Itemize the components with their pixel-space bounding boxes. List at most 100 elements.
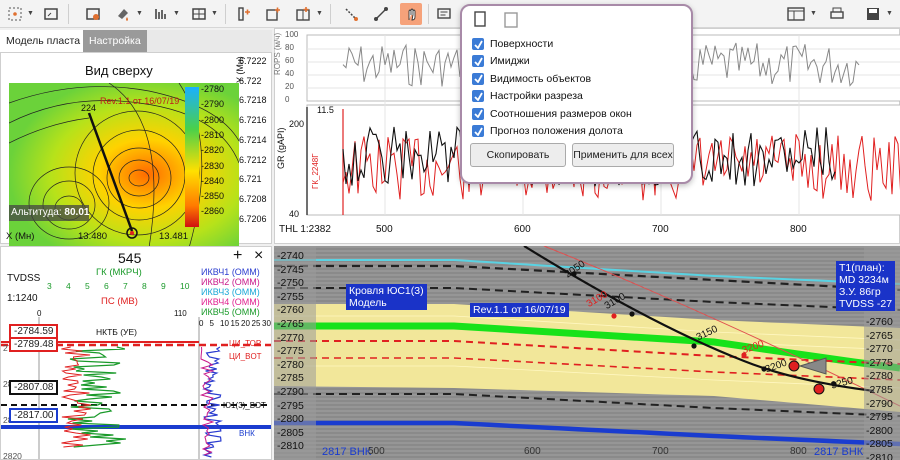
checkbox-row[interactable]: Соотношения размеров окон	[472, 106, 632, 122]
chevron-down-icon[interactable]: ▼	[316, 10, 323, 17]
map-y-tick: 6.7216	[239, 115, 267, 126]
polyline-tool-icon[interactable]	[370, 3, 392, 25]
toolbar-separator	[330, 4, 331, 24]
ikvch-legend-item: ИКВЧ2 (ОММ)	[201, 277, 260, 287]
tab-settings[interactable]: Настройка	[83, 30, 147, 52]
section-depth-tick: -2745	[277, 263, 304, 276]
log-scale-label: 1:1240	[7, 293, 38, 304]
gk-tick: 5	[85, 281, 90, 291]
zone-label: ЦИ_BOT	[229, 352, 262, 361]
colorbar	[185, 87, 199, 227]
marker-label[interactable]: -2807.08	[9, 380, 59, 395]
chevron-down-icon[interactable]: ▼	[810, 10, 817, 17]
checkbox[interactable]	[472, 107, 484, 120]
thl-scale-label: THL 1:2382	[279, 224, 331, 235]
close-icon[interactable]: ×	[254, 247, 263, 265]
paste-settings-icon[interactable]	[502, 10, 524, 30]
chart-x-tick: 800	[790, 224, 807, 235]
line-tool-icon[interactable]	[340, 3, 362, 25]
chart-x-tick: 700	[652, 224, 669, 235]
checkbox[interactable]	[472, 90, 484, 103]
map-y-tick: 6.7214	[239, 134, 267, 145]
chart-icon[interactable]	[150, 3, 172, 25]
chevron-down-icon[interactable]: ▼	[886, 10, 893, 17]
marker-label[interactable]: -2817.00	[9, 408, 59, 423]
gk-tick: 7	[123, 281, 128, 291]
add-panel-icon[interactable]	[292, 3, 314, 25]
ikvch-legend-item: ИКВЧ3 (ОММ)	[201, 287, 260, 297]
settings-icon[interactable]	[82, 3, 104, 25]
apply-all-button[interactable]: Применить для всех	[572, 143, 674, 167]
checkbox[interactable]	[472, 55, 484, 68]
checkbox-row[interactable]: Имиджи	[472, 53, 530, 69]
chevron-down-icon[interactable]: ▼	[173, 10, 180, 17]
checkbox-label: Настройки разреза	[490, 90, 583, 103]
chevron-down-icon[interactable]: ▼	[136, 10, 143, 17]
gk-track-label: ГК (МКРЧ)	[96, 267, 142, 278]
colorbar-tick: -2810	[201, 129, 225, 140]
map-y-tick: 6.7218	[239, 95, 267, 106]
zone-label: ЦИ_ТОР	[229, 339, 262, 348]
bottom-left-label: 2817 ВНК	[322, 446, 372, 458]
section-right-tick: -2770	[866, 343, 893, 356]
checkbox-label: Поверхности	[490, 38, 554, 50]
colorbar-tick: -2860	[201, 206, 225, 217]
save-icon[interactable]	[862, 3, 884, 25]
depth-tick: 2820	[3, 451, 22, 460]
add-button[interactable]: +	[233, 247, 242, 265]
section-right-tick: -2760	[866, 316, 893, 328]
toolbar-separator	[225, 4, 226, 24]
map-y-tick: 6.721	[239, 174, 262, 185]
comment-icon[interactable]	[433, 3, 455, 25]
rev-label[interactable]: Rev.1.1 от 16/07/19	[470, 303, 569, 317]
map-y-tick: 6.7212	[239, 154, 267, 165]
map-y-tick: 6.7208	[239, 193, 267, 204]
chevron-down-icon[interactable]: ▼	[27, 10, 34, 17]
add-grid-icon[interactable]	[262, 3, 284, 25]
checkbox-label: Видимость объектов	[490, 72, 592, 85]
tab-model[interactable]: Модель пласта	[0, 30, 87, 52]
gk-tick: 6	[104, 281, 109, 291]
checkbox[interactable]	[472, 125, 484, 137]
tvdss-label: TVDSS	[7, 273, 41, 284]
section-depth-tick: -2775	[277, 345, 304, 358]
toolbar-separator	[428, 4, 429, 24]
add-track-icon[interactable]	[233, 3, 255, 25]
table-icon[interactable]	[188, 3, 210, 25]
map-well-label: Rev.1.1 от 16/07/19	[100, 96, 180, 106]
section-depth-tick: -2780	[277, 358, 304, 371]
paint-icon[interactable]	[112, 3, 134, 25]
checkbox[interactable]	[472, 72, 484, 85]
section-right-tick: -2810	[866, 452, 893, 460]
print-icon[interactable]	[826, 3, 848, 25]
chevron-down-icon[interactable]: ▼	[211, 10, 218, 17]
copy-settings-icon[interactable]	[470, 10, 496, 30]
map-x-axis-label: X (Мн)	[6, 231, 35, 242]
checkbox-row[interactable]: Прогноз положения долота	[472, 123, 623, 139]
frame-select-icon[interactable]	[4, 3, 26, 25]
checkbox-row[interactable]: Настройки разреза	[472, 88, 583, 104]
hand-tool-icon[interactable]	[400, 3, 422, 25]
ps-track-label: ПС (МВ)	[101, 296, 138, 307]
plan-label[interactable]: Т1(план): MD 3234м З.У. 86гр TVDSS -27	[836, 261, 896, 311]
tab-bar: Модель пласта Настройка	[0, 30, 272, 52]
section-depth-tick: -2755	[277, 290, 304, 303]
map-title: Вид сверху	[85, 63, 153, 78]
gk-axis-label: ГК_2248Г	[311, 153, 320, 189]
rops-tick: 60	[285, 56, 294, 65]
checkbox-row[interactable]: Поверхности	[472, 36, 553, 52]
model-label[interactable]: Кровля ЮС1(3) Модель	[346, 284, 427, 310]
fit-view-icon[interactable]	[40, 3, 62, 25]
marker-label[interactable]: -2789.48	[9, 337, 59, 352]
checkbox[interactable]	[472, 38, 484, 50]
section-depth-tick: -2750	[277, 277, 304, 290]
checkbox-row[interactable]: Видимость объектов	[472, 71, 591, 87]
section-right-tick: -2765	[866, 329, 893, 342]
colorbar-tick: -2790	[201, 99, 225, 110]
checkbox-label: Имиджи	[490, 55, 530, 68]
cross-section-view[interactable]	[274, 246, 900, 460]
copy-button[interactable]: Скопировать	[470, 143, 566, 167]
colorbar-tick: -2840	[201, 175, 225, 186]
display-settings-popup: Поверхности Имиджи Видимость объектов Настр…	[460, 4, 693, 184]
window-layout-icon[interactable]	[785, 3, 807, 25]
